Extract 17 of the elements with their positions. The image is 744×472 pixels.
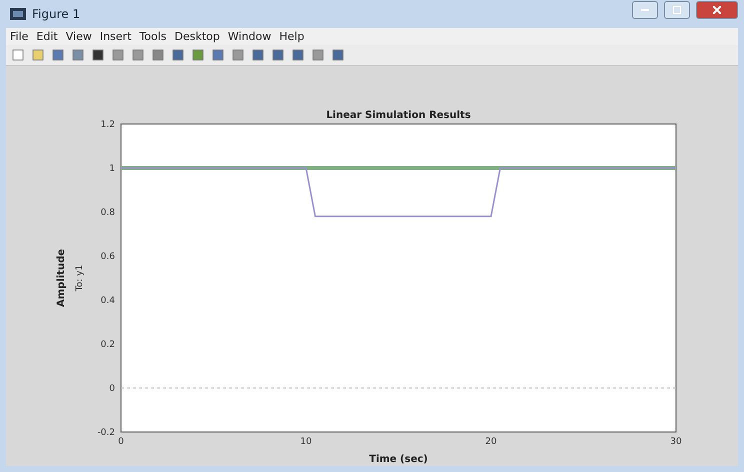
x-tick-label: 10 (300, 437, 312, 447)
window-title: Figure 1 (32, 7, 80, 21)
x-tick-label: 20 (485, 437, 497, 447)
y-tick-label: 0.4 (100, 296, 115, 306)
x-tick-label: 30 (670, 437, 682, 447)
output-label: To: y1 (75, 264, 85, 292)
y-tick-label: 0 (109, 384, 115, 394)
y-tick-label: 1.2 (100, 120, 115, 130)
y-axis-label: Amplitude (56, 249, 67, 307)
y-tick-label: 0.2 (100, 340, 115, 350)
y-tick-label: 0.8 (100, 208, 115, 218)
chart-title: Linear Simulation Results (326, 110, 471, 121)
y-tick-label: 1 (109, 164, 115, 174)
y-tick-label: 0.6 (100, 252, 115, 262)
x-axis-label: Time (sec) (369, 454, 428, 465)
y-tick-label: -0.2 (97, 428, 115, 438)
x-tick-label: 0 (118, 437, 124, 447)
